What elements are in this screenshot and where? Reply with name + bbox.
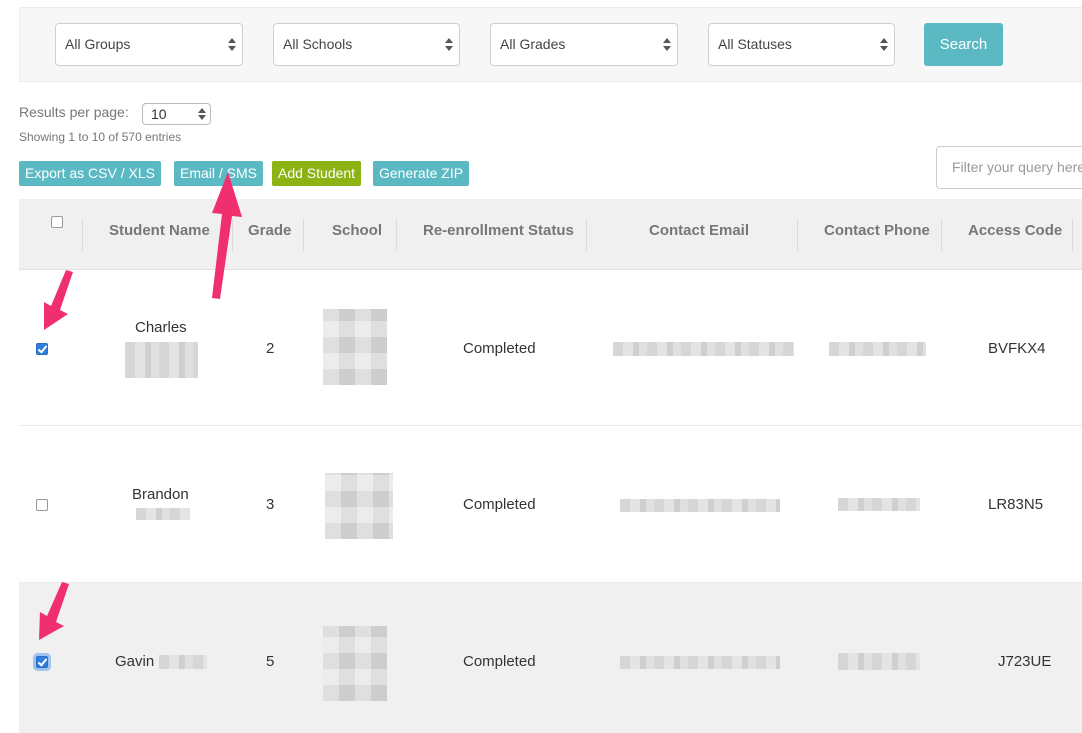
access-code-cell: BVFKX4 <box>988 340 1046 357</box>
redacted-phone <box>829 342 926 356</box>
status-cell: Completed <box>463 496 536 513</box>
redacted-email <box>620 499 780 512</box>
results-per-page-label: Results per page: <box>19 104 129 120</box>
redacted-email <box>620 656 780 669</box>
entries-count: Showing 1 to 10 of 570 entries <box>19 130 182 144</box>
table-row[interactable]: Gavin 5 Completed J723UE <box>19 583 1082 733</box>
redacted-phone <box>838 498 920 511</box>
annotation-arrow-icon <box>212 172 242 299</box>
schools-select[interactable]: All Schools <box>273 23 460 66</box>
select-arrows-icon <box>228 36 236 53</box>
grade-cell: 3 <box>266 496 275 513</box>
redacted-school-logo <box>323 626 387 701</box>
table-row[interactable]: Brandon 3 Completed LR83N5 <box>19 426 1082 583</box>
groups-select-value: All Groups <box>65 36 131 52</box>
grade-cell: 5 <box>266 653 275 670</box>
student-first-name: Charles <box>135 319 187 336</box>
statuses-select[interactable]: All Statuses <box>708 23 895 66</box>
filter-query-input[interactable]: Filter your query here <box>936 146 1082 189</box>
column-divider <box>82 219 83 251</box>
header-school[interactable]: School <box>332 222 382 239</box>
select-all-checkbox[interactable] <box>51 216 63 228</box>
header-reenrollment-status[interactable]: Re-enrollment Status <box>423 222 574 239</box>
student-first-name: Brandon <box>132 486 189 503</box>
column-divider <box>797 219 798 251</box>
header-grade[interactable]: Grade <box>248 222 291 239</box>
students-table: Student Name Grade School Re-enrollment … <box>19 199 1082 733</box>
redacted-email <box>613 342 794 356</box>
column-divider <box>1072 219 1073 251</box>
redacted-school-logo <box>323 309 387 385</box>
header-contact-phone[interactable]: Contact Phone <box>824 222 930 239</box>
statuses-select-value: All Statuses <box>718 36 792 52</box>
header-access-code[interactable]: Access Code <box>968 222 1062 239</box>
schools-select-value: All Schools <box>283 36 353 52</box>
select-arrows-icon <box>198 106 206 122</box>
table-row[interactable]: Charles 2 Completed BVFKX4 <box>19 270 1082 426</box>
export-csv-button[interactable]: Export as CSV / XLS <box>19 161 161 186</box>
results-per-page-value: 10 <box>151 106 167 122</box>
select-arrows-icon <box>445 36 453 53</box>
select-arrows-icon <box>880 36 888 53</box>
redacted-school-logo <box>325 473 393 539</box>
student-first-name: Gavin <box>115 653 155 670</box>
redacted-phone <box>838 653 920 670</box>
status-cell: Completed <box>463 340 536 357</box>
search-button[interactable]: Search <box>924 23 1003 66</box>
header-contact-email[interactable]: Contact Email <box>649 222 749 239</box>
row-checkbox[interactable] <box>36 656 48 668</box>
add-student-button[interactable]: Add Student <box>272 161 362 186</box>
row-checkbox[interactable] <box>36 499 48 511</box>
grades-select[interactable]: All Grades <box>490 23 678 66</box>
redacted-last-name <box>159 655 207 669</box>
table-header: Student Name Grade School Re-enrollment … <box>19 199 1082 270</box>
filter-bar: All Groups All Schools All Grades All St… <box>19 7 1082 82</box>
access-code-cell: J723UE <box>998 653 1052 670</box>
grades-select-value: All Grades <box>500 36 566 52</box>
column-divider <box>303 219 304 251</box>
groups-select[interactable]: All Groups <box>55 23 243 66</box>
access-code-cell: LR83N5 <box>988 496 1044 513</box>
redacted-last-name <box>125 342 198 378</box>
column-divider <box>941 219 942 251</box>
column-divider <box>396 219 397 251</box>
generate-zip-button[interactable]: Generate ZIP <box>373 161 470 186</box>
annotation-arrow-icon <box>39 582 69 640</box>
row-checkbox[interactable] <box>36 343 48 355</box>
results-per-page-select[interactable]: 10 <box>142 103 211 125</box>
annotation-arrow-icon <box>44 270 73 330</box>
grade-cell: 2 <box>266 340 275 357</box>
column-divider <box>586 219 587 251</box>
select-arrows-icon <box>663 36 671 53</box>
status-cell: Completed <box>463 653 536 670</box>
redacted-last-name <box>136 508 190 520</box>
